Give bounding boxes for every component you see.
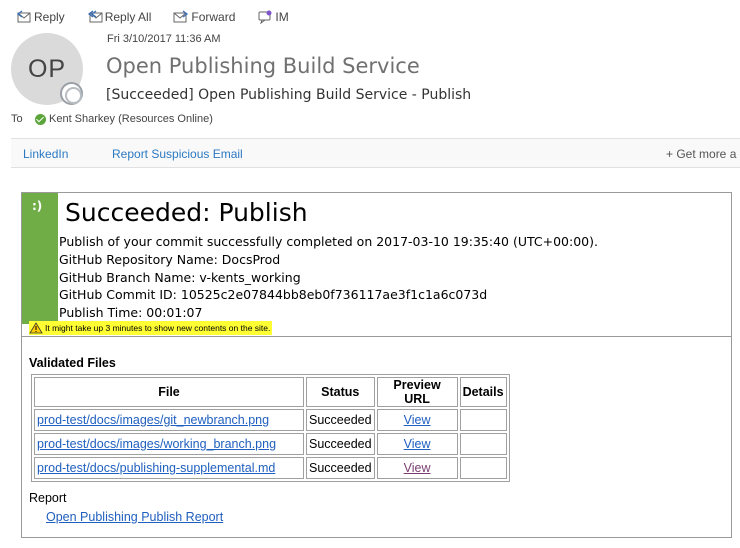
im-button[interactable]: IM bbox=[257, 10, 289, 25]
details-cell bbox=[459, 457, 507, 479]
status-strip: :) bbox=[22, 193, 58, 324]
table-row: prod-test/docs/images/git_newbranch.png … bbox=[34, 409, 507, 431]
available-check-icon bbox=[35, 113, 46, 125]
avatar-initials: OP bbox=[27, 54, 67, 83]
reply-all-icon bbox=[87, 10, 103, 24]
forward-label: Forward bbox=[191, 10, 236, 24]
divider bbox=[22, 336, 731, 337]
preview-cell: View bbox=[376, 457, 458, 479]
commit-id: GitHub Commit ID: 10525c2e07844bb8eb0f73… bbox=[59, 287, 488, 303]
file-link[interactable]: prod-test/docs/publishing-supplemental.m… bbox=[34, 457, 304, 479]
recipient[interactable]: Kent Sharkey (Resources Online) bbox=[35, 113, 213, 125]
forward-icon bbox=[173, 10, 189, 24]
validated-files-table: File Status Preview URL Details prod-tes… bbox=[31, 374, 510, 482]
table-header-row: File Status Preview URL Details bbox=[34, 377, 507, 407]
table-row: prod-test/docs/publishing-supplemental.m… bbox=[34, 457, 507, 479]
email-body-card: :) Succeeded: Publish Publish of your co… bbox=[21, 192, 732, 538]
forward-button[interactable]: Forward bbox=[173, 10, 235, 24]
column-header-preview-url: Preview URL bbox=[376, 377, 458, 407]
view-link[interactable]: View bbox=[404, 437, 431, 451]
warning-banner: It might take up 3 minutes to show new c… bbox=[29, 321, 273, 335]
sender-name[interactable]: Open Publishing Build Service bbox=[106, 54, 420, 78]
report-label: Report bbox=[29, 491, 67, 505]
file-link-text[interactable]: prod-test/docs/images/git_newbranch.png bbox=[37, 413, 269, 427]
commit-message: Publish of your commit successfully comp… bbox=[59, 234, 598, 249]
preview-cell: View bbox=[376, 409, 458, 431]
repository-name: GitHub Repository Name: DocsProd bbox=[59, 251, 281, 267]
to-label: To bbox=[11, 113, 23, 125]
file-link[interactable]: prod-test/docs/images/git_newbranch.png bbox=[34, 409, 304, 431]
status-cell: Succeeded bbox=[306, 457, 375, 479]
file-link-text[interactable]: prod-test/docs/images/working_branch.png bbox=[37, 437, 276, 451]
im-label: IM bbox=[275, 10, 289, 24]
status-cell: Succeeded bbox=[306, 409, 375, 431]
message-toolbar: Reply Reply All Forward IM bbox=[0, 6, 295, 28]
view-link[interactable]: View bbox=[404, 461, 431, 475]
sent-date: Fri 3/10/2017 11:36 AM bbox=[107, 33, 221, 45]
linkedin-addin-link[interactable]: LinkedIn bbox=[23, 147, 68, 161]
email-subject: [Succeeded] Open Publishing Build Servic… bbox=[106, 87, 472, 103]
reply-all-label: Reply All bbox=[104, 10, 152, 24]
get-more-addins-button[interactable]: + Get more a bbox=[666, 147, 736, 161]
smiley-icon: :) bbox=[32, 199, 43, 213]
warning-text: It might take up 3 minutes to show new c… bbox=[45, 323, 271, 333]
build-status-title: Succeeded: Publish bbox=[65, 198, 308, 227]
publish-report-link[interactable]: Open Publishing Publish Report bbox=[46, 510, 223, 524]
view-link[interactable]: View bbox=[404, 413, 431, 427]
details-cell bbox=[459, 433, 507, 455]
reply-all-button[interactable]: Reply All bbox=[87, 10, 152, 24]
report-suspicious-email-link[interactable]: Report Suspicious Email bbox=[112, 147, 243, 161]
warning-icon bbox=[29, 322, 43, 334]
validated-files-heading: Validated Files bbox=[29, 356, 116, 370]
file-link-text[interactable]: prod-test/docs/publishing-supplemental.m… bbox=[37, 461, 275, 475]
presence-status-icon bbox=[60, 82, 83, 105]
addin-bar: LinkedIn Report Suspicious Email + Get m… bbox=[11, 138, 740, 168]
column-header-details: Details bbox=[459, 377, 507, 407]
column-header-status: Status bbox=[306, 377, 375, 407]
reply-button[interactable]: Reply bbox=[16, 10, 65, 24]
preview-cell: View bbox=[376, 433, 458, 455]
reply-label: Reply bbox=[34, 10, 65, 24]
branch-name: GitHub Branch Name: v-kents_working bbox=[59, 269, 301, 285]
file-link[interactable]: prod-test/docs/images/working_branch.png bbox=[34, 433, 304, 455]
column-header-file: File bbox=[34, 377, 304, 407]
recipient-name: Kent Sharkey (Resources Online) bbox=[49, 113, 213, 125]
im-icon bbox=[257, 10, 273, 25]
publish-time: Publish Time: 00:01:07 bbox=[59, 305, 203, 321]
status-cell: Succeeded bbox=[306, 433, 375, 455]
build-details: Publish of your commit successfully comp… bbox=[59, 233, 598, 322]
table-row: prod-test/docs/images/working_branch.png… bbox=[34, 433, 507, 455]
reply-icon bbox=[16, 10, 32, 24]
details-cell bbox=[459, 409, 507, 431]
